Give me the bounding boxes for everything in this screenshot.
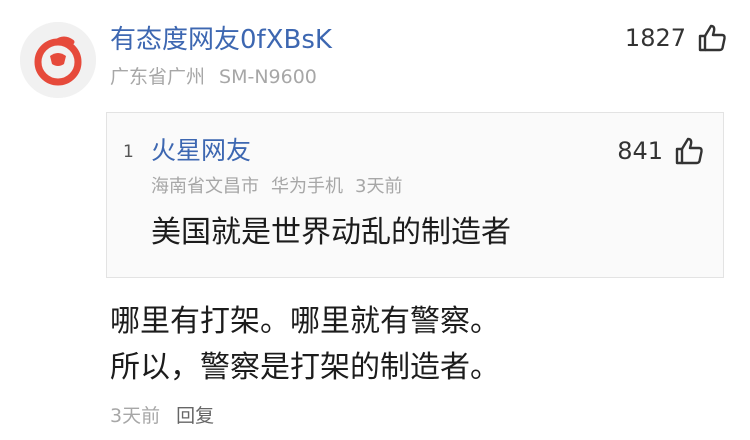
thumbs-up-icon xyxy=(673,135,705,167)
quoted-meta: 海南省文昌市 华为手机 3天前 xyxy=(151,175,402,199)
thumbs-up-icon xyxy=(696,22,728,54)
floor-number: 1 xyxy=(123,142,134,162)
quoted-time: 3天前 xyxy=(355,176,403,197)
comment-username[interactable]: 有态度网友0fXBsK xyxy=(110,24,332,56)
netease-logo-icon xyxy=(20,22,96,98)
quoted-like-count: 841 xyxy=(617,137,663,165)
comment-like-count: 1827 xyxy=(624,24,686,52)
comment-time: 3天前 xyxy=(110,405,161,427)
comment-text-line: 所以，警察是打架的制造者。 xyxy=(110,350,500,385)
quoted-device: 华为手机 xyxy=(271,176,343,197)
comment-device: SM-N9600 xyxy=(219,66,317,88)
comment-meta: 广东省广州 SM-N9600 xyxy=(110,64,317,90)
comment-footer: 3天前 回复 xyxy=(110,403,214,429)
comment-like-button[interactable]: 1827 xyxy=(625,22,728,54)
quoted-location: 海南省文昌市 xyxy=(151,176,259,197)
quoted-username[interactable]: 火星网友 xyxy=(151,135,251,167)
quoted-comment: 1 火星网友 841 海南省文昌市 华为手机 3天前 美国就是世界动乱的制造者 xyxy=(106,112,724,278)
quoted-text: 美国就是世界动乱的制造者 xyxy=(151,215,511,250)
quoted-like-button[interactable]: 841 xyxy=(617,135,705,167)
comment-text-line: 哪里有打架。哪里就有警察。 xyxy=(110,304,500,339)
reply-button[interactable]: 回复 xyxy=(176,405,214,427)
avatar[interactable] xyxy=(20,22,96,98)
comment-location: 广东省广州 xyxy=(110,66,206,88)
